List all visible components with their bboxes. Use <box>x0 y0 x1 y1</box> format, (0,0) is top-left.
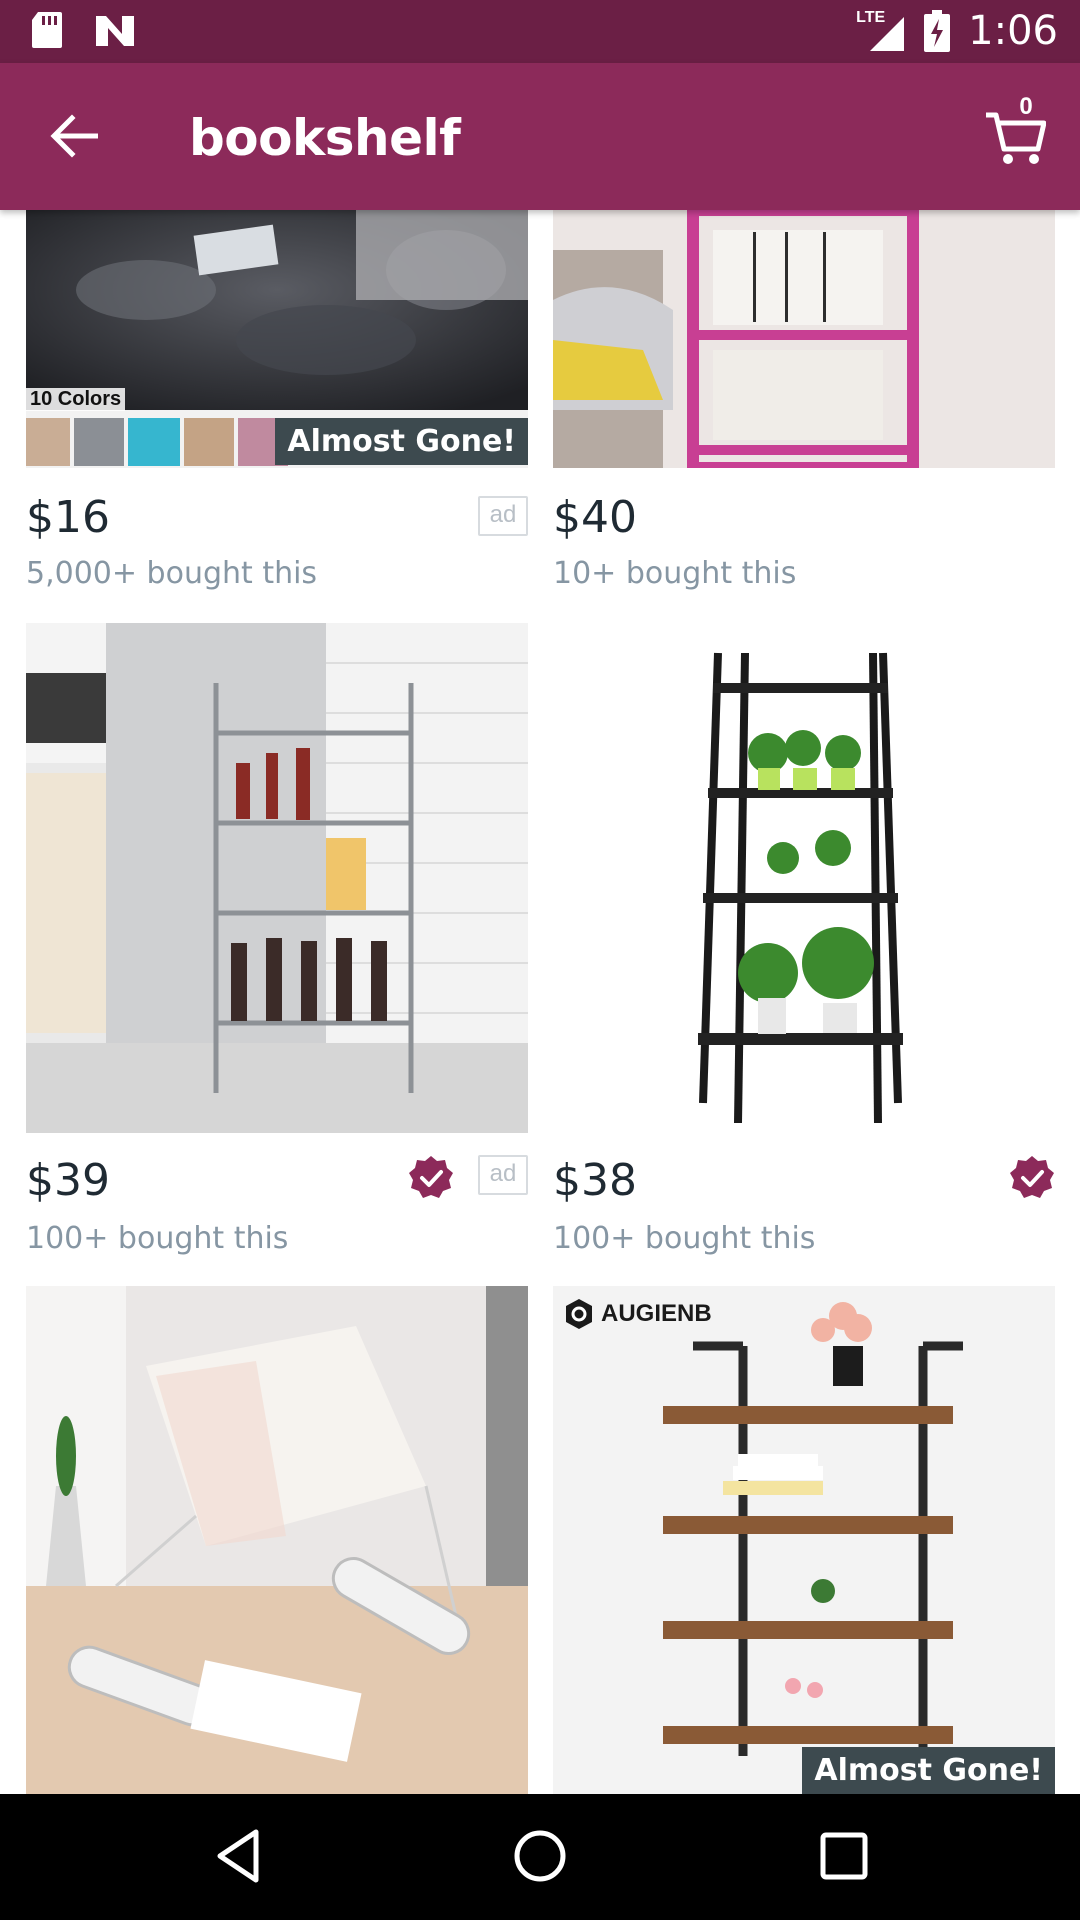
bought-count: 100+ bought this <box>553 1221 816 1256</box>
product-grid: 10 Colors Almost Gone! $16 ad 5,000+ bou… <box>0 210 1080 1794</box>
back-button[interactable] <box>44 108 104 164</box>
almost-gone-badge: Almost Gone! <box>802 1747 1055 1794</box>
system-nav-bar <box>0 1794 1080 1920</box>
status-bar: LTE 1:06 <box>0 0 1080 63</box>
book-stand-image <box>26 1286 528 1794</box>
back-arrow-icon <box>50 114 98 158</box>
almost-gone-badge: Almost Gone! <box>275 418 528 465</box>
app-bar: bookshelf 0 <box>0 63 1080 210</box>
brand-logo: AUGIENB <box>563 1298 712 1330</box>
verified-badge-icon <box>409 1156 453 1198</box>
brand-name: AUGIENB <box>601 1300 712 1327</box>
ad-badge: ad <box>478 1155 528 1195</box>
product-price: $38 <box>553 1155 637 1206</box>
product-price: $16 <box>26 492 110 543</box>
clock: 1:06 <box>968 8 1058 54</box>
signal-icon: LTE <box>856 9 906 53</box>
sd-card-icon <box>32 12 62 48</box>
cart-count: 0 <box>1019 93 1033 120</box>
recents-square-icon[interactable] <box>812 1824 876 1888</box>
bought-count: 5,000+ bought this <box>26 556 318 591</box>
product-image[interactable]: 10 Colors Almost Gone! <box>26 210 528 468</box>
ad-badge: ad <box>478 496 528 536</box>
product-image[interactable] <box>553 623 1055 1133</box>
verified-badge-icon <box>1010 1156 1054 1198</box>
bought-count: 100+ bought this <box>26 1221 289 1256</box>
product-price: $39 <box>26 1155 110 1206</box>
product-image[interactable] <box>26 1286 528 1794</box>
cart-button[interactable]: 0 <box>984 93 1046 165</box>
page-title: bookshelf <box>189 109 461 167</box>
product-image[interactable]: AUGIENB Almost Gone! <box>553 1286 1055 1794</box>
product-image[interactable] <box>553 210 1055 468</box>
n-notification-icon <box>96 16 134 46</box>
image-caption: 10 Colors <box>26 388 126 411</box>
pipe-shelf-image <box>553 1286 1055 1794</box>
ladder-shelf-image <box>553 623 1055 1133</box>
product-image[interactable] <box>26 623 528 1133</box>
brand-logo-icon <box>566 1299 592 1329</box>
product-price: $40 <box>553 492 637 543</box>
bought-count: 10+ bought this <box>553 556 797 591</box>
pink-bookshelf-image <box>553 210 1055 468</box>
home-circle-icon[interactable] <box>508 1824 572 1888</box>
battery-charging-icon <box>924 10 951 52</box>
back-triangle-icon[interactable] <box>208 1824 272 1888</box>
kitchen-cart-image <box>26 623 528 1133</box>
